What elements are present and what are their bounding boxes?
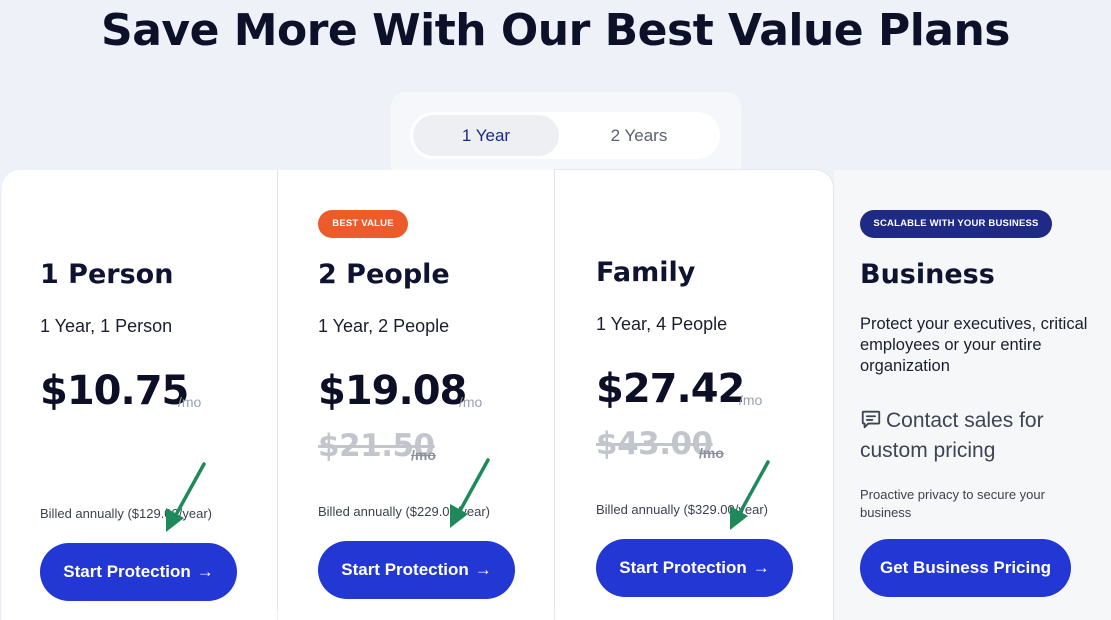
chat-bubble-icon	[861, 410, 881, 429]
arrow-right-icon: →	[474, 560, 492, 579]
price-period: /mo	[739, 392, 763, 408]
billing-note: Billed annually ($229.00/year)	[318, 504, 490, 519]
billing-note: Billed annually ($329.00/year)	[596, 502, 768, 517]
page-title: Save More With Our Best Value Plans	[101, 5, 1011, 56]
card-divider	[277, 170, 278, 610]
billing-note: Billed annually ($129.00/year)	[40, 506, 212, 521]
toggle-option-1-year[interactable]: 1 Year	[413, 115, 559, 156]
contact-sales-label: Contact sales for custom pricing	[860, 409, 1044, 462]
cta-label: Start Protection	[63, 562, 191, 581]
plan-subtitle: 1 Year, 1 Person	[40, 316, 173, 336]
price-period: /mo	[459, 394, 483, 410]
original-price-period: /mo	[411, 447, 436, 463]
plan-name: Business	[860, 259, 995, 290]
price-period: /mo	[178, 394, 202, 410]
card-divider	[554, 170, 555, 610]
original-price: $43.00	[596, 426, 713, 462]
original-price-period: /mo	[699, 445, 724, 461]
plan-subtitle: 1 Year, 2 People	[318, 316, 450, 336]
best-value-badge: BEST VALUE	[318, 210, 408, 238]
plan-price: $10.75	[40, 368, 189, 414]
plan-name: Family	[596, 257, 696, 288]
arrow-right-icon: →	[752, 558, 770, 577]
plan-subtitle: 1 Year, 4 People	[596, 314, 728, 334]
cta-label: Start Protection	[341, 560, 469, 579]
plan-price: $19.08	[318, 368, 467, 414]
plan-name: 2 People	[318, 259, 450, 290]
billing-toggle: 1 Year 2 Years	[410, 112, 720, 159]
start-protection-button-family[interactable]: Start Protection →	[596, 539, 793, 597]
business-note: Proactive privacy to secure your busines…	[860, 487, 1045, 520]
business-description: Protect your executives, critical employ…	[860, 315, 1088, 375]
cta-label: Start Protection	[619, 558, 747, 577]
plan-price: $27.42	[596, 366, 745, 412]
get-business-pricing-button[interactable]: Get Business Pricing	[860, 539, 1071, 597]
arrow-right-icon: →	[196, 562, 214, 581]
start-protection-button-2-people[interactable]: Start Protection →	[318, 541, 515, 599]
contact-sales[interactable]: Contact sales for custom pricing	[860, 406, 1100, 466]
start-protection-button-1-person[interactable]: Start Protection →	[40, 543, 237, 601]
scalable-badge: SCALABLE WITH YOUR BUSINESS	[860, 210, 1052, 238]
toggle-option-2-years[interactable]: 2 Years	[566, 115, 712, 156]
plan-name: 1 Person	[40, 259, 174, 290]
